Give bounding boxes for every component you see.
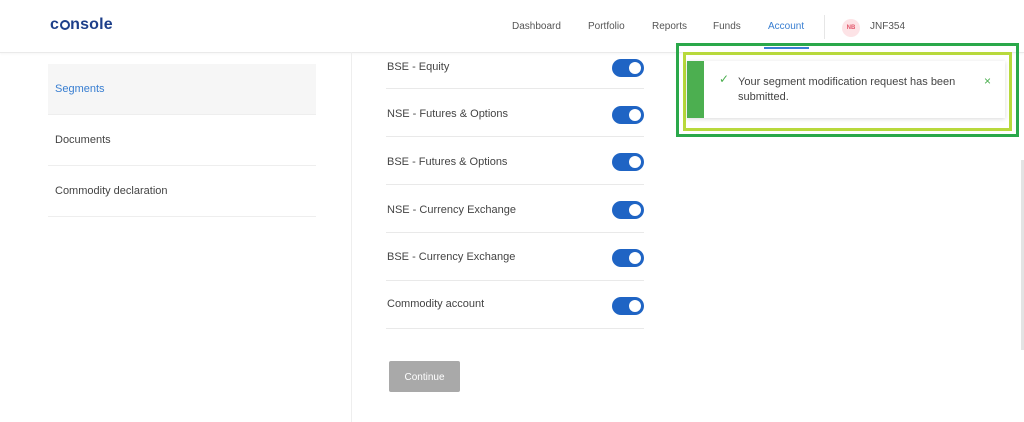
segment-toggle-bse-fo[interactable]	[612, 153, 644, 171]
segment-toggle-nse-currency[interactable]	[612, 201, 644, 219]
segment-row: BSE - Equity	[386, 41, 644, 89]
segment-label-bse-equity: BSE - Equity	[387, 61, 450, 73]
success-toast: ✓ Your segment modification request has …	[687, 61, 1005, 118]
segment-label-commodity: Commodity account	[387, 298, 485, 310]
segment-label-bse-fo: BSE - Futures & Options	[387, 156, 508, 168]
nav-reports[interactable]: Reports	[652, 21, 687, 32]
nav-dashboard[interactable]: Dashboard	[512, 21, 561, 32]
segment-toggle-bse-equity[interactable]	[612, 59, 644, 77]
sidebar-item-commodity-declaration[interactable]: Commodity declaration	[48, 166, 316, 217]
segment-toggle-bse-currency[interactable]	[612, 249, 644, 267]
nav-portfolio[interactable]: Portfolio	[588, 21, 625, 32]
toggle-knob	[629, 300, 641, 312]
continue-button[interactable]: Continue	[389, 361, 460, 392]
segment-label-nse-fo: NSE - Futures & Options	[387, 108, 509, 120]
sidebar-item-documents[interactable]: Documents	[48, 115, 316, 166]
close-icon[interactable]: ×	[984, 74, 991, 88]
segment-toggle-nse-fo[interactable]	[612, 106, 644, 124]
nav-funds[interactable]: Funds	[713, 21, 741, 32]
segment-row: NSE - Futures & Options	[386, 89, 644, 137]
segment-row: BSE - Currency Exchange	[386, 233, 644, 281]
toggle-knob	[629, 109, 641, 121]
toast-message: Your segment modification request has be…	[738, 76, 956, 103]
segment-row: Commodity account	[386, 281, 644, 329]
toggle-knob	[629, 156, 641, 168]
content-divider	[351, 52, 352, 422]
segment-label-bse-currency: BSE - Currency Exchange	[387, 251, 516, 263]
toggle-knob	[629, 204, 641, 216]
console-logo[interactable]: c nsole	[50, 16, 113, 34]
toast-status-bar	[687, 61, 704, 118]
segment-row: BSE - Futures & Options	[386, 137, 644, 185]
segment-toggle-commodity[interactable]	[612, 297, 644, 315]
sidebar-item-segments[interactable]: Segments	[48, 64, 316, 115]
segment-label-nse-currency: NSE - Currency Exchange	[387, 204, 516, 216]
nav-divider	[824, 15, 825, 39]
logo-o-glyph	[59, 20, 70, 30]
user-id[interactable]: JNF354	[870, 21, 905, 32]
check-icon: ✓	[719, 72, 730, 86]
toggle-knob	[629, 252, 641, 264]
nav-account[interactable]: Account	[768, 21, 804, 32]
segment-row: NSE - Currency Exchange	[386, 185, 644, 233]
user-avatar[interactable]: NB	[842, 19, 860, 37]
toggle-knob	[629, 62, 641, 74]
